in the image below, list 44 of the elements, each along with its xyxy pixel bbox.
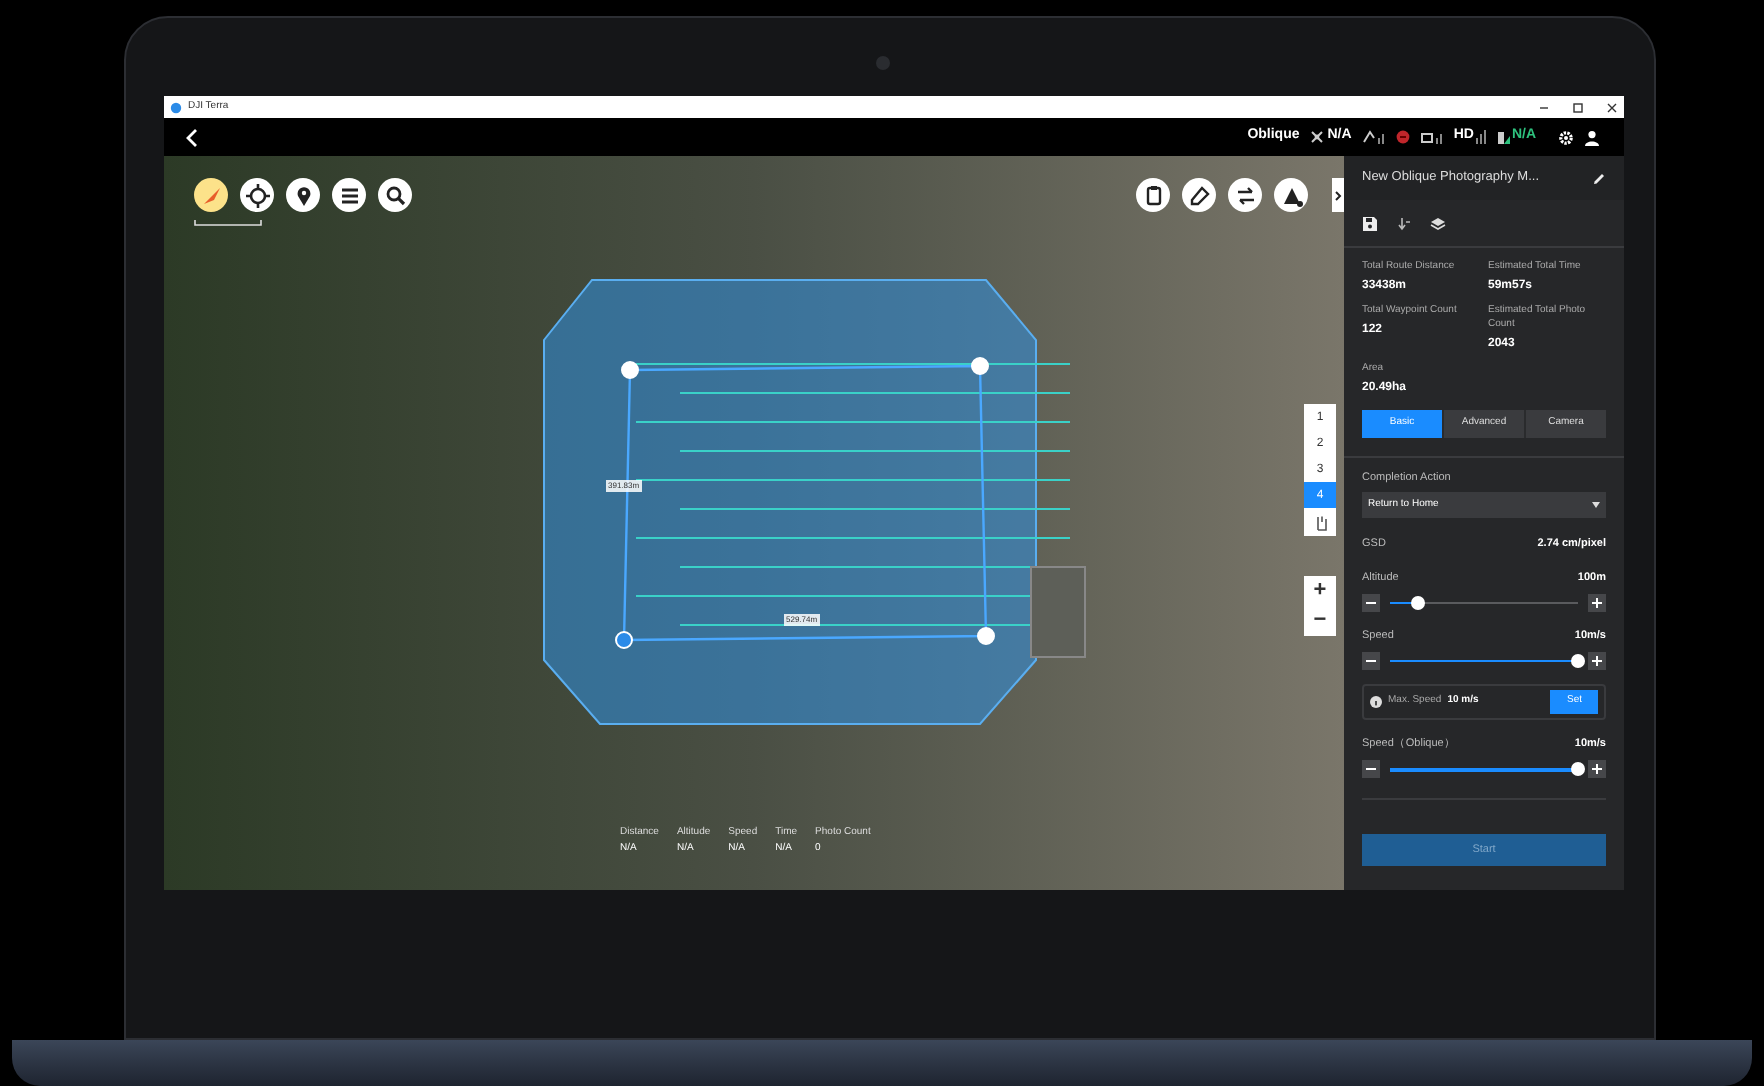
waypoint-handle[interactable] — [621, 361, 639, 379]
minus-icon — [1366, 601, 1376, 604]
maximize-icon[interactable] — [1572, 101, 1584, 113]
increase-button[interactable] — [1588, 652, 1606, 670]
locate-icon — [241, 179, 273, 211]
edit-icon[interactable] — [1592, 171, 1606, 185]
close-icon[interactable] — [1606, 101, 1618, 113]
back-icon[interactable] — [184, 127, 200, 147]
increase-button[interactable] — [1588, 760, 1606, 779]
plus-icon — [1592, 597, 1602, 608]
plus-icon — [1592, 764, 1602, 775]
slider-thumb[interactable] — [1411, 595, 1426, 609]
preview-photo-placeholder — [1030, 566, 1086, 658]
remote-signal-icon — [1361, 130, 1386, 144]
info-icon — [1370, 696, 1382, 708]
layers-icon[interactable] — [1430, 215, 1446, 231]
decrease-button[interactable] — [1362, 760, 1380, 779]
zoom-button[interactable]: + — [1304, 576, 1336, 606]
app-icon — [170, 101, 182, 113]
decrease-button[interactable] — [1362, 593, 1380, 612]
slider-thumb[interactable] — [1571, 762, 1585, 776]
increase-button[interactable] — [1588, 593, 1606, 612]
dropdown-caret-icon — [1592, 502, 1600, 509]
battery-icon — [1495, 130, 1510, 144]
waypoint-handle[interactable] — [971, 357, 989, 375]
minus-icon — [1366, 660, 1376, 662]
warning-dot-icon — [1395, 130, 1410, 144]
settings-icon[interactable] — [1558, 129, 1574, 145]
scale-bar-icon — [194, 220, 262, 226]
survey-area[interactable] — [543, 279, 1037, 725]
waypoint-handle[interactable] — [977, 627, 995, 645]
slider-thumb[interactable] — [1571, 653, 1585, 668]
signal-bars-icon — [1475, 130, 1486, 144]
user-icon[interactable] — [1584, 129, 1600, 145]
minus-icon — [1366, 768, 1376, 771]
zoom-button[interactable]: − — [1304, 606, 1336, 636]
minimize-icon[interactable] — [1538, 101, 1550, 113]
import-icon[interactable] — [1396, 215, 1412, 231]
plus-icon — [1592, 656, 1602, 666]
drone-signal-icon — [1419, 130, 1444, 144]
panel-toggle-button[interactable] — [1332, 178, 1344, 212]
save-icon[interactable] — [1362, 215, 1378, 231]
decrease-button[interactable] — [1362, 652, 1380, 670]
waypoint-handle[interactable] — [615, 631, 633, 649]
